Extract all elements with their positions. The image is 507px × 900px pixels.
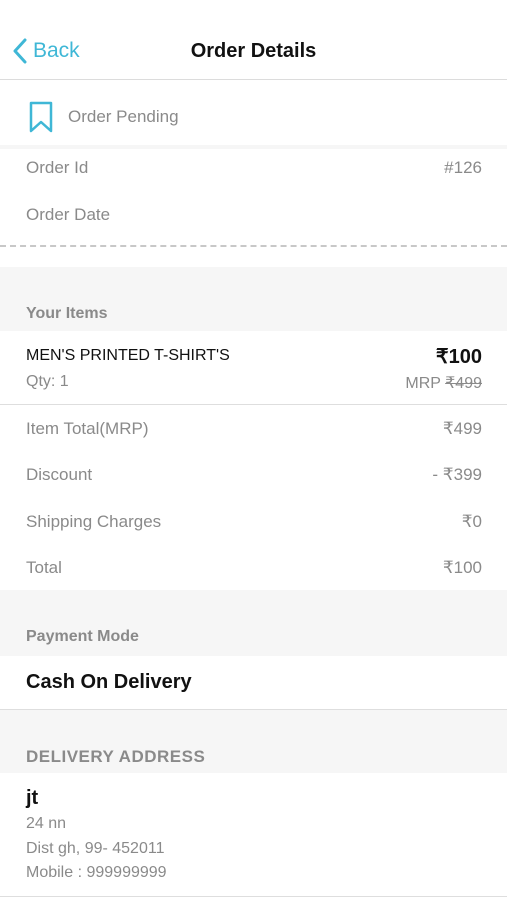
shipping-value: ₹0	[461, 512, 482, 531]
your-items-heading: Your Items	[26, 305, 108, 322]
order-status-label: Order Pending	[68, 107, 179, 126]
nav-bar: Back Order Details	[0, 0, 507, 80]
address-line-1: 24 nn	[26, 815, 67, 832]
section-divider	[0, 145, 507, 149]
payment-mode-value: Cash On Delivery	[26, 671, 192, 693]
address-name: jt	[26, 787, 39, 809]
order-id-value: #126	[444, 158, 482, 177]
discount-label: Discount	[26, 465, 93, 484]
item-total-row: Item Total(MRP) ₹499	[26, 419, 482, 439]
item-name: MEN'S PRINTED T-SHIRT'S	[26, 347, 230, 364]
page-title: Order Details	[190, 40, 317, 62]
address-mobile: Mobile : 999999999	[26, 864, 167, 881]
order-status-row: Order Pending	[0, 81, 507, 145]
delivery-address-heading: DELIVERY ADDRESS	[26, 747, 206, 766]
total-label: Total	[26, 558, 62, 577]
item-price: ₹100	[435, 346, 482, 368]
payment-mode-heading: Payment Mode	[26, 628, 139, 645]
order-id-label: Order Id	[26, 158, 89, 177]
shipping-label: Shipping Charges	[26, 512, 162, 531]
total-value: ₹100	[442, 558, 482, 577]
discount-row: Discount - ₹399	[26, 465, 482, 485]
total-row: Total ₹100	[26, 558, 482, 578]
item-total-value: ₹499	[442, 419, 482, 438]
dashed-divider	[0, 245, 507, 247]
item-mrp-value: ₹499	[445, 375, 482, 392]
bookmark-icon	[29, 101, 53, 133]
order-date-label: Order Date	[26, 205, 111, 224]
item-mrp-label: MRP	[405, 375, 441, 392]
item-mrp: MRP ₹499	[405, 373, 482, 393]
address-line-2: Dist gh, 99- 452011	[26, 840, 165, 857]
discount-value: - ₹399	[432, 465, 482, 484]
order-id-row: Order Id #126	[26, 158, 482, 178]
item-qty: Qty: 1	[26, 373, 69, 390]
shipping-row: Shipping Charges ₹0	[26, 512, 482, 532]
divider	[0, 896, 507, 897]
item-total-label: Item Total(MRP)	[26, 419, 149, 438]
order-date-row: Order Date	[26, 205, 482, 225]
payment-header-bg	[0, 590, 507, 656]
divider	[0, 404, 507, 405]
